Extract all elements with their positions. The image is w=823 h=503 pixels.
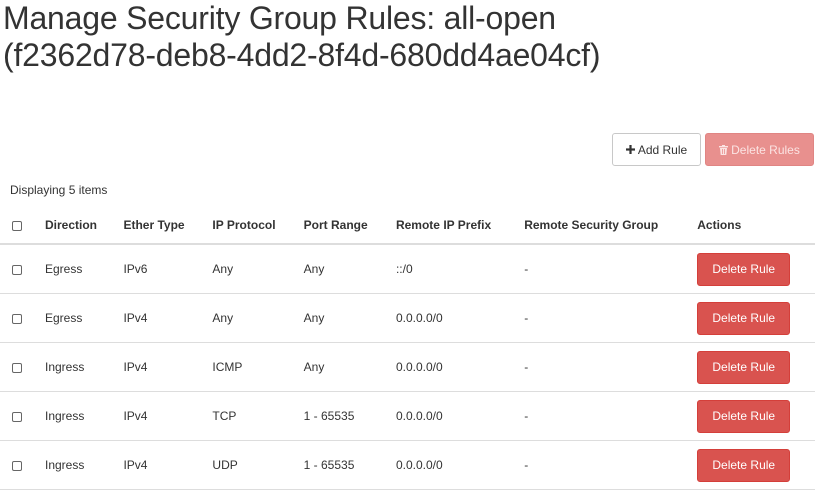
cell-actions: Delete Rule	[689, 440, 815, 490]
cell-actions: Delete Rule	[689, 391, 815, 441]
cell-port-range: 1 - 65535	[295, 440, 388, 490]
cell-remote-ip-prefix: 0.0.0.0/0	[387, 440, 517, 490]
row-checkbox[interactable]	[12, 362, 22, 373]
delete-rules-button[interactable]: Delete Rules	[705, 133, 814, 166]
table-row: Egress IPv4 Any Any 0.0.0.0/0 - Delete R…	[0, 293, 815, 343]
row-checkbox[interactable]	[12, 313, 22, 324]
cell-ip-protocol: Any	[204, 244, 296, 294]
add-rule-label: Add Rule	[637, 142, 688, 157]
cell-direction: Egress	[37, 293, 116, 343]
row-checkbox[interactable]	[12, 264, 22, 275]
cell-actions: Delete Rule	[689, 244, 815, 294]
security-group-rules-page: Manage Security Group Rules: all-open (f…	[0, 0, 823, 503]
add-rule-button[interactable]: Add Rule	[612, 133, 701, 166]
column-header-remote-ip-prefix[interactable]: Remote IP Prefix	[387, 207, 517, 245]
cell-remote-security-group: -	[516, 391, 690, 441]
trash-icon	[719, 144, 729, 155]
row-select-cell	[0, 391, 37, 441]
delete-rule-button[interactable]: Delete Rule	[697, 448, 791, 482]
delete-rule-button[interactable]: Delete Rule	[697, 301, 791, 335]
cell-ether-type: IPv4	[115, 440, 205, 490]
delete-rules-label: Delete Rules	[731, 142, 800, 157]
cell-remote-security-group: -	[516, 293, 690, 343]
cell-ip-protocol: Any	[204, 293, 296, 343]
table-row: Ingress IPv4 TCP 1 - 65535 0.0.0.0/0 - D…	[0, 391, 815, 441]
column-header-direction[interactable]: Direction	[37, 207, 116, 245]
cell-ip-protocol: TCP	[204, 391, 296, 441]
cell-direction: Ingress	[37, 342, 116, 392]
cell-port-range: Any	[295, 342, 388, 392]
delete-rule-button[interactable]: Delete Rule	[697, 252, 791, 286]
row-select-cell	[0, 293, 37, 343]
cell-ip-protocol: ICMP	[204, 342, 296, 392]
table-row: Ingress IPv4 ICMP Any 0.0.0.0/0 - Delete…	[0, 342, 815, 392]
delete-rule-button[interactable]: Delete Rule	[697, 350, 791, 384]
cell-port-range: 1 - 65535	[295, 391, 388, 441]
row-select-cell	[0, 244, 37, 294]
column-header-actions: Actions	[689, 207, 815, 245]
column-header-ip-protocol[interactable]: IP Protocol	[204, 207, 296, 245]
cell-direction: Egress	[37, 244, 116, 294]
cell-remote-security-group: -	[516, 440, 690, 490]
table-row: Ingress IPv4 UDP 1 - 65535 0.0.0.0/0 - D…	[0, 440, 815, 490]
cell-remote-ip-prefix: 0.0.0.0/0	[387, 342, 517, 392]
cell-actions: Delete Rule	[689, 342, 815, 392]
item-count-text: Displaying 5 items	[10, 183, 108, 197]
cell-port-range: Any	[295, 244, 388, 294]
cell-direction: Ingress	[37, 440, 116, 490]
cell-remote-ip-prefix: ::/0	[387, 244, 517, 294]
plus-icon	[625, 145, 635, 154]
select-all-cell	[0, 207, 37, 245]
cell-direction: Ingress	[37, 391, 116, 441]
cell-actions: Delete Rule	[689, 293, 815, 343]
table-header-row: Direction Ether Type IP Protocol Port Ra…	[0, 207, 815, 245]
page-title: Manage Security Group Rules: all-open (f…	[3, 0, 601, 73]
cell-remote-security-group: -	[516, 244, 690, 294]
cell-ether-type: IPv4	[115, 391, 205, 441]
cell-ether-type: IPv4	[115, 293, 205, 343]
cell-ip-protocol: UDP	[204, 440, 296, 490]
security-group-rules-table: Direction Ether Type IP Protocol Port Ra…	[0, 207, 815, 490]
row-select-cell	[0, 440, 37, 490]
row-checkbox[interactable]	[12, 411, 22, 422]
cell-ether-type: IPv6	[115, 244, 205, 294]
select-all-checkbox[interactable]	[12, 220, 22, 231]
cell-remote-ip-prefix: 0.0.0.0/0	[387, 391, 517, 441]
column-header-remote-security-group[interactable]: Remote Security Group	[516, 207, 690, 245]
column-header-ether-type[interactable]: Ether Type	[115, 207, 205, 245]
row-select-cell	[0, 342, 37, 392]
table-actions-toolbar: Add Rule Delete Rules	[612, 133, 814, 166]
cell-ether-type: IPv4	[115, 342, 205, 392]
delete-rule-button[interactable]: Delete Rule	[697, 399, 791, 433]
cell-port-range: Any	[295, 293, 388, 343]
column-header-port-range[interactable]: Port Range	[295, 207, 388, 245]
cell-remote-ip-prefix: 0.0.0.0/0	[387, 293, 517, 343]
cell-remote-security-group: -	[516, 342, 690, 392]
row-checkbox[interactable]	[12, 460, 22, 471]
table-row: Egress IPv6 Any Any ::/0 - Delete Rule	[0, 244, 815, 294]
